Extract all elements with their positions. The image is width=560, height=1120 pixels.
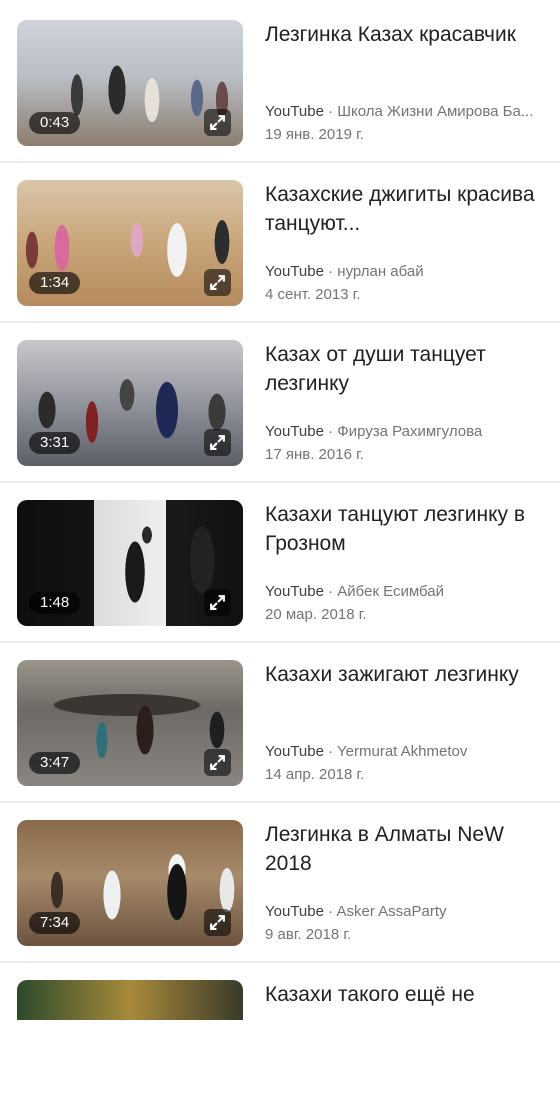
video-meta: YouTube · Фируза Рахимгулова — [265, 422, 550, 442]
video-meta: YouTube · Школа Жизни Амирова Ба... — [265, 102, 550, 122]
meta-separator: · — [323, 263, 338, 280]
meta-separator: · — [323, 743, 338, 760]
video-thumbnail[interactable] — [17, 980, 243, 1020]
video-title[interactable]: Казахи танцуют лезгинку в Грозном — [265, 500, 550, 558]
video-result[interactable]: 7:34 Лезгинка в Алматы NeW 2018 YouTube … — [0, 800, 560, 960]
expand-arrows-icon[interactable] — [204, 749, 231, 776]
video-title[interactable]: Казах от души танцует лезгинку — [265, 340, 550, 398]
video-title[interactable]: Лезгинка Казах красавчик — [265, 20, 550, 49]
video-date: 14 апр. 2018 г. — [265, 766, 365, 783]
video-source: YouTube — [265, 583, 324, 600]
video-duration: 0:43 — [29, 112, 81, 134]
video-thumbnail[interactable]: 7:34 — [17, 820, 243, 946]
video-thumbnail[interactable]: 3:31 — [17, 340, 243, 466]
video-result[interactable]: 3:31 Казах от души танцует лезгинку YouT… — [0, 320, 560, 480]
video-duration: 1:48 — [29, 592, 81, 614]
expand-arrows-icon[interactable] — [204, 109, 231, 136]
video-thumbnail[interactable]: 1:34 — [17, 180, 243, 306]
video-date: 4 сент. 2013 г. — [265, 286, 361, 303]
video-thumbnail[interactable]: 0:43 — [17, 20, 243, 146]
video-channel: Фируза Рахимгулова — [337, 423, 483, 440]
video-source: YouTube — [265, 263, 324, 280]
video-thumbnail[interactable]: 1:48 — [17, 500, 243, 626]
meta-separator: · — [323, 583, 338, 600]
video-source: YouTube — [265, 903, 324, 920]
video-channel: нурлан абай — [337, 263, 424, 280]
video-channel: Школа Жизни Амирова Ба... — [337, 103, 534, 120]
video-meta: YouTube · Asker AssaParty — [265, 902, 550, 922]
expand-arrows-icon[interactable] — [204, 429, 231, 456]
video-duration: 3:31 — [29, 432, 81, 454]
expand-arrows-icon[interactable] — [204, 269, 231, 296]
video-source: YouTube — [265, 743, 324, 760]
meta-separator: · — [323, 103, 338, 120]
expand-arrows-icon[interactable] — [204, 909, 231, 936]
video-channel: Yermurat Akhmetov — [337, 743, 468, 760]
video-date: 9 авг. 2018 г. — [265, 926, 352, 943]
video-result[interactable]: Казахи такого ещё не — [0, 960, 560, 1120]
video-title[interactable]: Казахи зажигают лезгинку — [265, 660, 550, 689]
video-thumbnail[interactable]: 3:47 — [17, 660, 243, 786]
expand-arrows-icon[interactable] — [204, 589, 231, 616]
video-meta: YouTube · Yermurat Akhmetov — [265, 742, 550, 762]
video-duration: 3:47 — [29, 752, 81, 774]
video-result[interactable]: 0:43 Лезгинка Казах красавчик YouTube · … — [0, 0, 560, 160]
video-title[interactable]: Казахи такого ещё не — [265, 980, 550, 1009]
video-channel: Айбек Есимбай — [337, 583, 445, 600]
video-result[interactable]: 1:48 Казахи танцуют лезгинку в Грозном Y… — [0, 480, 560, 640]
meta-separator: · — [323, 423, 338, 440]
video-date: 19 янв. 2019 г. — [265, 126, 364, 143]
video-title[interactable]: Казахские джигиты красива танцуют... — [265, 180, 550, 238]
video-meta: YouTube · Айбек Есимбай — [265, 582, 550, 602]
video-duration: 7:34 — [29, 912, 81, 934]
video-result[interactable]: 3:47 Казахи зажигают лезгинку YouTube · … — [0, 640, 560, 800]
video-source: YouTube — [265, 103, 324, 120]
video-date: 17 янв. 2016 г. — [265, 446, 364, 463]
video-title[interactable]: Лезгинка в Алматы NeW 2018 — [265, 820, 550, 878]
video-date: 20 мар. 2018 г. — [265, 606, 367, 623]
video-meta: YouTube · нурлан абай — [265, 262, 550, 282]
video-channel: Asker AssaParty — [336, 903, 447, 920]
video-source: YouTube — [265, 423, 324, 440]
video-result[interactable]: 1:34 Казахские джигиты красива танцуют..… — [0, 160, 560, 320]
video-duration: 1:34 — [29, 272, 81, 294]
meta-separator: · — [323, 903, 337, 920]
